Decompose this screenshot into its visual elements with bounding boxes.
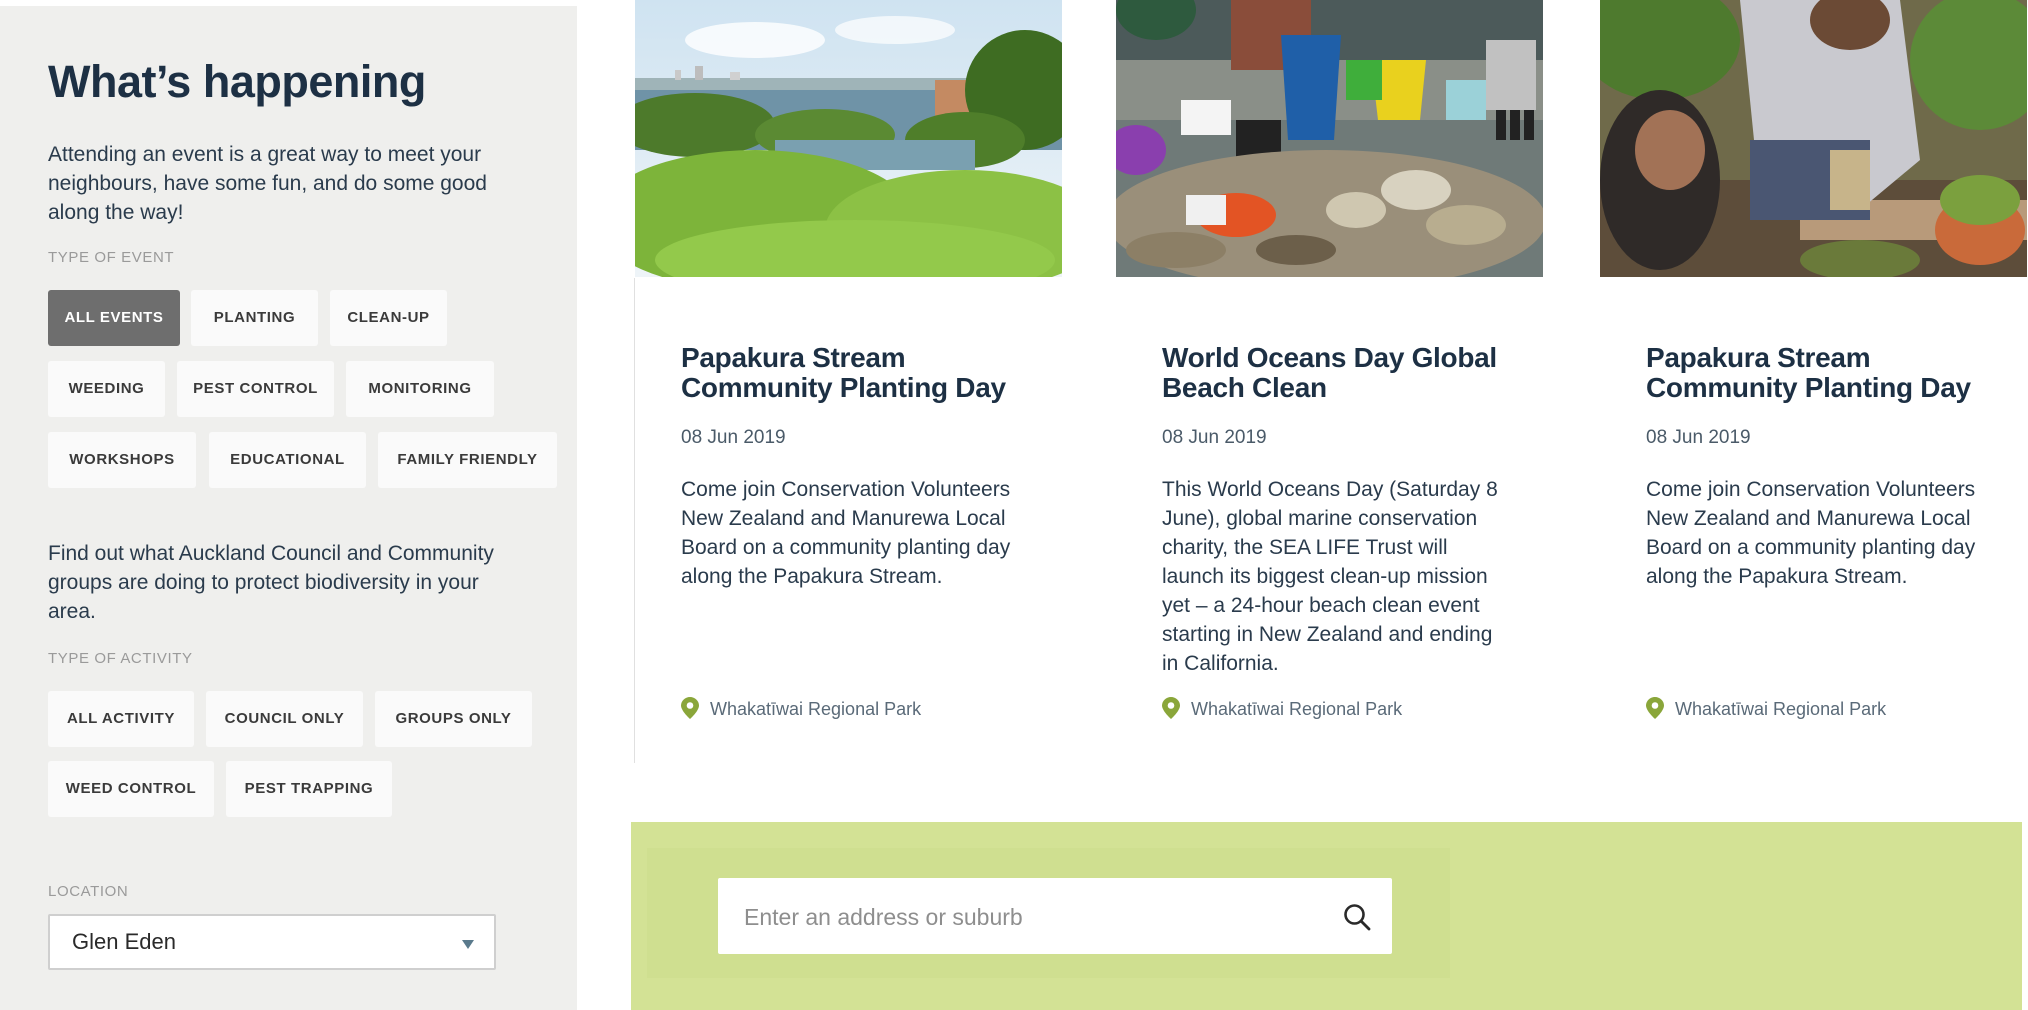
filter-sidebar: What’s happening Attending an event is a…	[0, 6, 577, 1010]
events-intro: Attending an event is a great way to mee…	[48, 143, 487, 224]
caret-down-icon	[462, 940, 474, 949]
card-location: Whakatīwai Regional Park	[1675, 699, 1887, 719]
location-label: LOCATION	[48, 883, 129, 900]
card-image-beach-clean[interactable]	[1116, 0, 1543, 277]
address-search-input[interactable]	[742, 878, 1306, 956]
card-image-river[interactable]	[635, 0, 1062, 277]
card-location: Whakatīwai Regional Park	[1191, 699, 1403, 719]
location-value: Glen Eden	[72, 929, 176, 954]
chip-workshops[interactable]: WORKSHOPS	[48, 432, 196, 488]
location-select[interactable]: Glen Eden	[48, 914, 496, 970]
search-icon[interactable]	[1342, 902, 1372, 932]
card-image-garden[interactable]	[1600, 0, 2027, 277]
address-search-box[interactable]	[718, 878, 1392, 956]
chip-pest-control[interactable]: PEST CONTROL	[177, 361, 334, 417]
card-title[interactable]: Papakura Stream Community Planting Day	[681, 343, 1041, 403]
location-pin-icon	[1162, 697, 1180, 719]
card-date: 08 Jun 2019	[1162, 427, 1267, 448]
chip-weeding[interactable]: WEEDING	[48, 361, 165, 417]
chip-weed-control[interactable]: WEED CONTROL	[48, 761, 214, 817]
chip-family-friendly[interactable]: FAMILY FRIENDLY	[378, 432, 557, 488]
card-description: Come join Conservation Volunteers New Ze…	[1646, 478, 1976, 588]
card-title[interactable]: Papakura Stream Community Planting Day	[1646, 343, 2006, 403]
page-title: What’s happening	[48, 56, 426, 107]
chip-planting[interactable]: PLANTING	[191, 290, 318, 346]
card-divider	[634, 278, 635, 763]
chip-educational[interactable]: EDUCATIONAL	[209, 432, 366, 488]
location-pin-icon	[681, 697, 699, 719]
card-date: 08 Jun 2019	[1646, 427, 1751, 448]
chip-groups-only[interactable]: GROUPS ONLY	[375, 691, 532, 747]
activity-type-label: TYPE OF ACTIVITY	[48, 650, 193, 667]
card-description: Come join Conservation Volunteers New Ze…	[681, 478, 1011, 588]
event-type-label: TYPE OF EVENT	[48, 249, 175, 266]
card-location: Whakatīwai Regional Park	[710, 699, 922, 719]
chip-council-only[interactable]: COUNCIL ONLY	[206, 691, 363, 747]
chip-pest-trapping[interactable]: PEST TRAPPING	[226, 761, 392, 817]
card-description: This World Oceans Day (Saturday 8 June),…	[1162, 478, 1498, 675]
chip-all-events[interactable]: ALL EVENTS	[48, 290, 180, 346]
chip-all-activity[interactable]: ALL ACTIVITY	[48, 691, 194, 747]
location-pin-icon	[1646, 697, 1664, 719]
activity-intro: Find out what Auckland Council and Commu…	[48, 542, 494, 623]
card-date: 08 Jun 2019	[681, 427, 786, 448]
chip-monitoring[interactable]: MONITORING	[346, 361, 494, 417]
chip-clean-up[interactable]: CLEAN-UP	[330, 290, 447, 346]
card-title[interactable]: World Oceans Day Global Beach Clean	[1162, 343, 1522, 403]
